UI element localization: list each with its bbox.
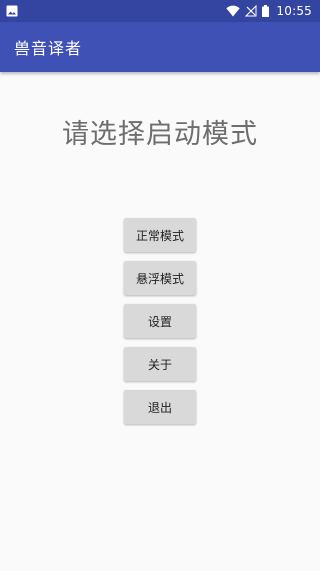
main-content: 请选择启动模式 正常模式 悬浮模式 设置 关于 退出 xyxy=(0,72,320,571)
about-button[interactable]: 关于 xyxy=(124,347,196,381)
battery-icon xyxy=(262,5,270,17)
app-title: 兽音译者 xyxy=(14,39,83,58)
normal-mode-button[interactable]: 正常模式 xyxy=(124,218,196,252)
status-time: 10:55 xyxy=(276,4,312,18)
image-notification-icon xyxy=(6,5,18,17)
launch-mode-prompt: 请选择启动模式 xyxy=(62,119,258,150)
no-signal-icon xyxy=(245,5,257,17)
exit-button[interactable]: 退出 xyxy=(124,390,196,424)
floating-mode-button[interactable]: 悬浮模式 xyxy=(124,261,196,295)
status-bar: 10:55 xyxy=(0,0,320,22)
app-bar: 兽音译者 xyxy=(0,22,320,72)
settings-button[interactable]: 设置 xyxy=(124,304,196,338)
wifi-icon xyxy=(226,5,241,17)
